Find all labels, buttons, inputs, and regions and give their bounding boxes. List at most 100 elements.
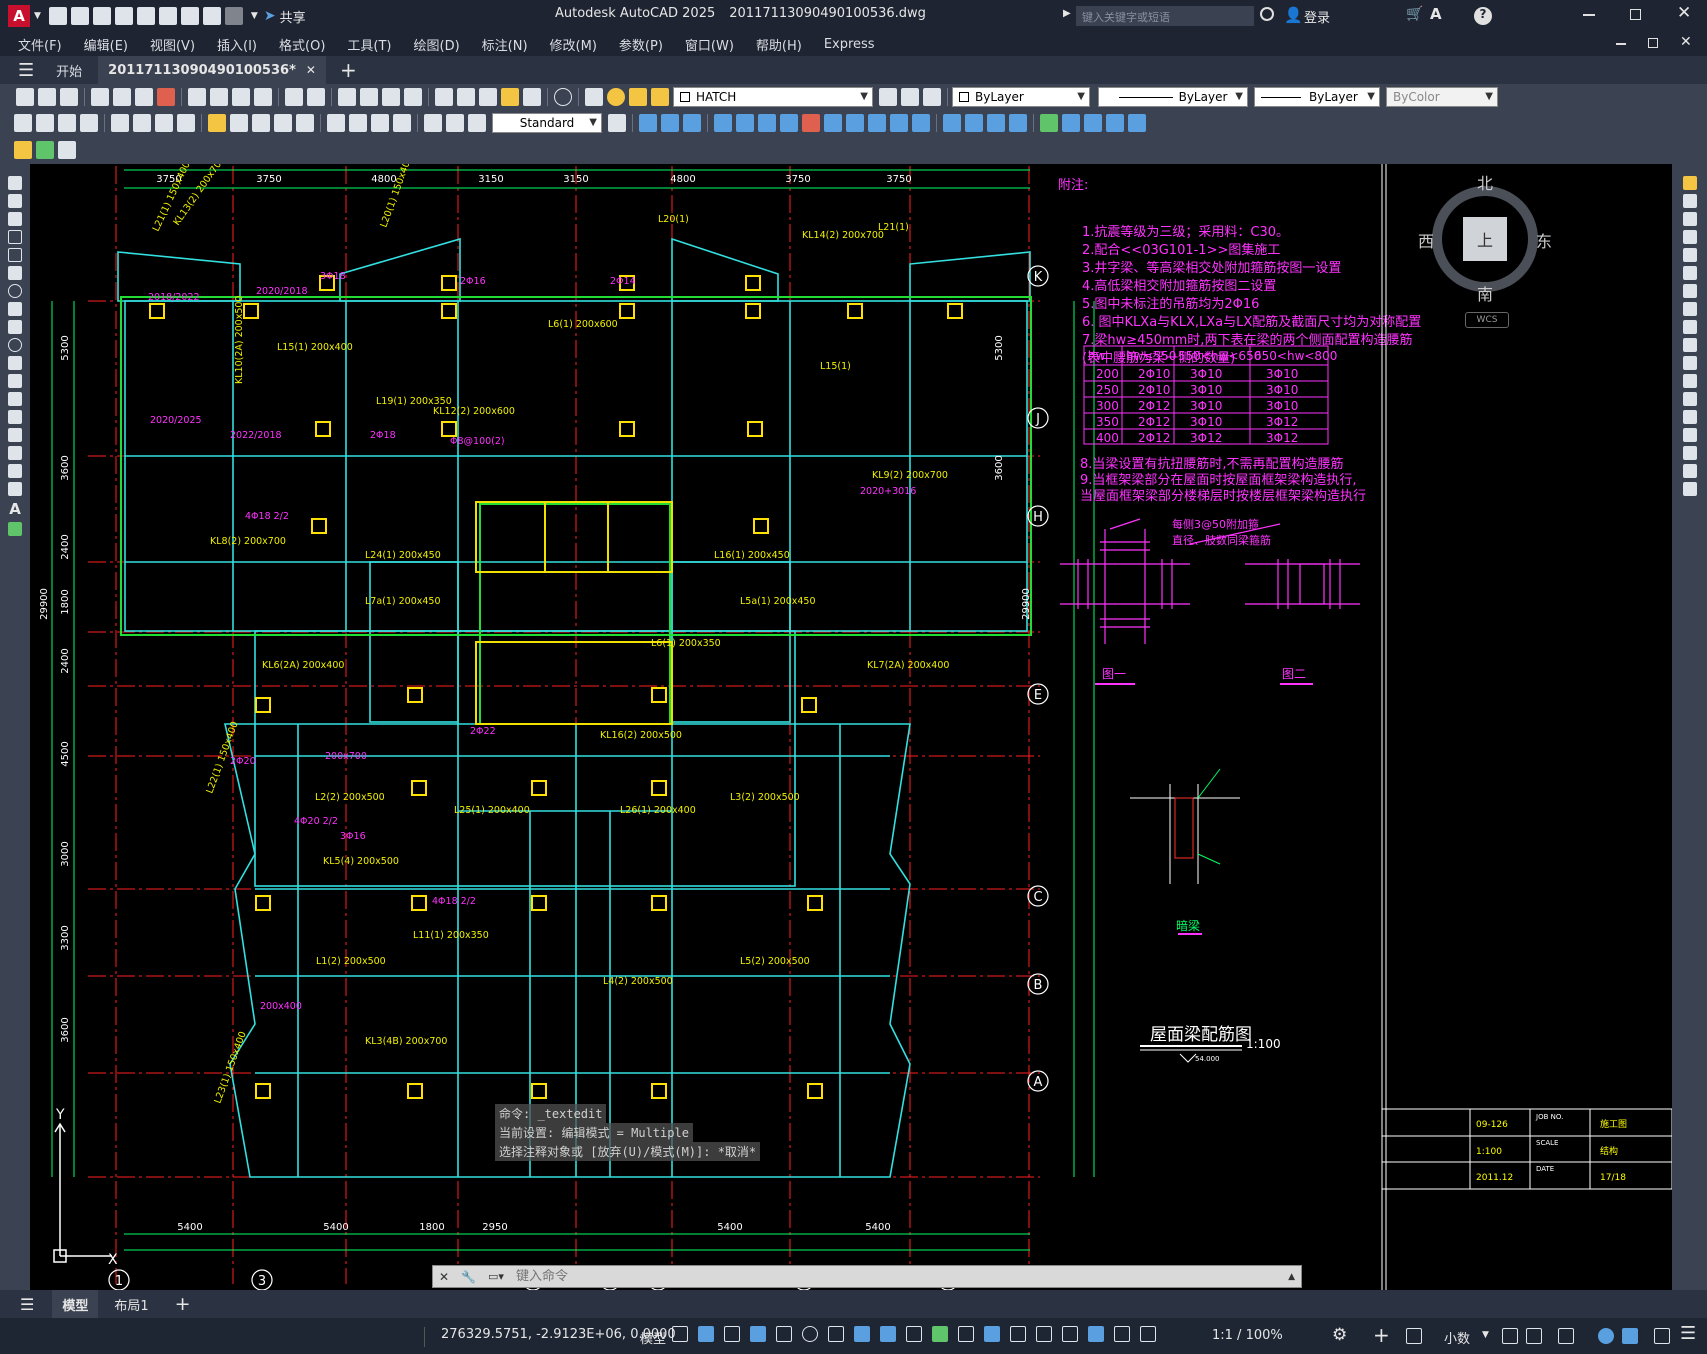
menu-express[interactable]: Express [824,37,875,52]
gradient-icon[interactable] [8,446,22,460]
ucs-icon[interactable] [1040,114,1058,132]
qdim-icon[interactable] [208,114,226,132]
jog-linear-icon[interactable] [393,114,411,132]
point-icon[interactable] [8,410,22,424]
modeling-wedge-icon[interactable] [661,114,679,132]
dim-jogged-icon[interactable] [133,114,151,132]
center-mark-icon[interactable] [349,114,367,132]
extrude-icon[interactable] [714,114,732,132]
hamburger-icon[interactable]: ☰ [18,60,34,81]
redo-icon[interactable] [224,7,243,25]
3dprint-icon[interactable] [157,88,175,106]
polar-icon[interactable] [802,1326,818,1342]
paste-icon[interactable] [232,88,250,106]
plot-icon[interactable] [91,88,109,106]
viewcube-west[interactable]: 西 [1418,228,1434,252]
app-menu-arrow[interactable]: ▼ [34,11,41,21]
mirror-icon[interactable] [1682,212,1697,226]
units-arrow[interactable]: ▼ [1482,1330,1489,1340]
autodesk-app-icon[interactable]: A [1430,5,1442,23]
layer-prev-icon[interactable] [901,88,919,106]
zoom-prev-icon[interactable] [404,88,422,106]
toolpalette-icon[interactable] [479,88,497,106]
spline-icon[interactable] [8,320,22,334]
web-open-icon[interactable] [136,7,155,25]
infer-icon[interactable] [724,1326,740,1342]
plotstyle-dropdown[interactable]: ByColor ▼ [1386,87,1498,107]
command-close-icon[interactable]: ✕ [439,1270,449,1284]
workspace-gear-icon[interactable]: ⚙ [1332,1325,1347,1345]
annotation-scale-icon[interactable] [1140,1326,1156,1342]
search-expand-icon[interactable]: ▶ [1063,8,1071,19]
layer-freeze-icon[interactable] [629,88,647,106]
loft-icon[interactable] [780,114,798,132]
annotation-scale-value[interactable]: 1:1 / 100% [1212,1328,1283,1343]
calculator-icon[interactable] [523,88,541,106]
menu-parametric[interactable]: 参数(P) [619,35,663,54]
circle-icon[interactable] [8,284,22,298]
command-scroll-icon[interactable]: ▲ [1288,1272,1295,1282]
tab-document[interactable]: 20117113090490100536* ✕ [98,56,326,84]
doc-restore-button[interactable] [1648,38,1658,48]
drawing-canvas[interactable]: KJHECBA1379101113 5090037503750480031503… [30,164,1672,1290]
viewcube-south[interactable]: 南 [1477,281,1493,305]
units-icon[interactable] [1622,1328,1638,1344]
new-layout-icon[interactable]: + [175,1293,191,1315]
tolerance-icon[interactable] [327,114,345,132]
xline-icon[interactable] [8,194,22,208]
viewcube[interactable]: 上 北 南 西 东 WCS [1418,172,1552,328]
close-button[interactable]: ✕ [1677,3,1691,23]
ucs-face-icon[interactable] [1106,114,1124,132]
snap-icon[interactable] [698,1326,714,1342]
command-customize-icon[interactable]: 🔧 [461,1270,476,1284]
tab-start[interactable]: 开始 [56,61,82,80]
conceptual-icon[interactable] [1009,114,1027,132]
open-file-icon[interactable] [38,88,56,106]
command-recent-icon[interactable]: ▭▾ [488,1270,504,1283]
quick-props-icon[interactable] [1502,1328,1518,1344]
copy-icon[interactable] [210,88,228,106]
subtract-icon[interactable] [802,114,820,132]
blend-icon[interactable] [1682,464,1697,478]
dimstyle-icon[interactable] [608,114,626,132]
realistic-icon[interactable] [987,114,1005,132]
osnap-tracking-icon[interactable] [854,1326,870,1342]
matchprop-icon[interactable] [254,88,272,106]
revcloud-icon[interactable] [8,302,22,316]
menu-modify[interactable]: 修改(M) [550,35,597,54]
annotation-visibility-icon[interactable] [1088,1326,1104,1342]
text-style-dropdown[interactable]: Standard ▼ [492,113,602,133]
new-icon[interactable] [48,7,67,25]
menu-file[interactable]: 文件(F) [18,35,62,54]
3dosnap-icon[interactable] [984,1326,1000,1342]
dim-ordinate-icon[interactable] [80,114,98,132]
dim-update-icon[interactable] [468,114,486,132]
ucs-world-icon[interactable] [1062,114,1080,132]
line-icon[interactable] [8,176,22,190]
menu-dimension[interactable]: 标注(N) [482,35,528,54]
intersect-icon[interactable] [846,114,864,132]
menu-help[interactable]: 帮助(H) [756,35,802,54]
cart-icon[interactable]: 🛒 [1406,6,1423,22]
trim-icon[interactable] [1682,338,1697,352]
chamfer-icon[interactable] [1682,428,1697,442]
explode-icon[interactable] [1682,482,1697,496]
doc-minimize-button[interactable] [1616,43,1626,45]
app-logo[interactable]: A [8,5,30,27]
extend-icon[interactable] [1682,356,1697,370]
dim-radius-icon[interactable] [111,114,129,132]
login-button[interactable]: 登录 [1304,7,1330,26]
dim-angular-icon[interactable] [177,114,195,132]
union-icon[interactable] [824,114,842,132]
command-input[interactable] [509,1269,1289,1284]
share-icon[interactable]: ➤ [264,8,276,24]
linetype-dropdown[interactable]: ByLayer ▼ [1098,87,1248,107]
publish-icon[interactable] [135,88,153,106]
slice-icon[interactable] [868,114,886,132]
sheetset-icon[interactable] [501,88,519,106]
inspect-icon[interactable] [371,114,389,132]
new-tab-icon[interactable]: + [340,58,357,82]
customize-arrow[interactable]: ▼ [251,11,258,21]
fullscreen-icon[interactable] [1654,1328,1670,1344]
layer-props-icon[interactable] [585,88,603,106]
